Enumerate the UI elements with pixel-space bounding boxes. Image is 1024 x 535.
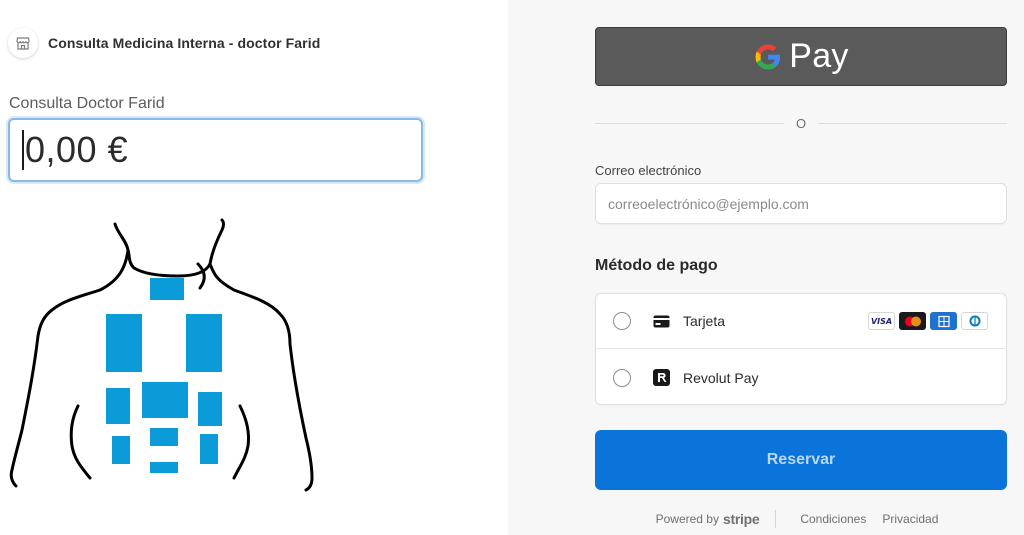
body-diagram-image bbox=[9, 218, 314, 492]
divider-text: O bbox=[795, 115, 807, 131]
payment-method-list: Tarjeta VISA Revolut Pay bbox=[595, 293, 1007, 405]
payment-option-revolut[interactable]: Revolut Pay bbox=[596, 350, 1006, 405]
email-label: Correo electrónico bbox=[595, 163, 702, 178]
footer: Powered by stripe Condiciones Privacidad bbox=[595, 508, 1007, 530]
store-icon bbox=[8, 28, 38, 58]
reserve-button[interactable]: Reservar bbox=[595, 430, 1007, 490]
privacy-link[interactable]: Privacidad bbox=[882, 512, 938, 526]
card-brands: VISA bbox=[868, 312, 988, 330]
card-label: Tarjeta bbox=[683, 313, 726, 329]
diners-icon bbox=[961, 312, 988, 330]
revolut-label: Revolut Pay bbox=[683, 369, 759, 386]
product-panel: Consulta Medicina Interna - doctor Farid… bbox=[0, 0, 508, 535]
powered-by-text: Powered by bbox=[655, 512, 719, 526]
amount-value: 0,00 € bbox=[25, 129, 129, 170]
payment-method-title: Método de pago bbox=[595, 257, 718, 274]
or-divider: O bbox=[595, 114, 1007, 132]
amount-input[interactable]: 0,00 € bbox=[8, 118, 423, 182]
mastercard-icon bbox=[899, 312, 926, 330]
card-radio[interactable] bbox=[613, 312, 631, 330]
visa-icon: VISA bbox=[868, 312, 895, 330]
powered-by-stripe[interactable]: Powered by stripe bbox=[656, 511, 760, 527]
merchant-header: Consulta Medicina Interna - doctor Farid bbox=[8, 28, 320, 58]
text-caret bbox=[22, 130, 24, 170]
payment-option-card[interactable]: Tarjeta VISA bbox=[596, 294, 1006, 349]
revolut-icon bbox=[652, 369, 670, 387]
email-field[interactable] bbox=[595, 183, 1007, 224]
footer-separator bbox=[775, 510, 777, 528]
product-label: Consulta Doctor Farid bbox=[9, 95, 165, 112]
amex-icon bbox=[930, 312, 957, 330]
checkout-panel: Pay O Correo electrónico Método de pago … bbox=[508, 0, 1024, 535]
card-icon bbox=[652, 312, 670, 330]
google-g-icon bbox=[755, 44, 781, 69]
google-pay-button[interactable]: Pay bbox=[595, 27, 1007, 86]
stripe-logo: stripe bbox=[722, 511, 760, 527]
merchant-name: Consulta Medicina Interna - doctor Farid bbox=[48, 35, 321, 51]
gpay-label: Pay bbox=[789, 37, 849, 75]
revolut-radio[interactable] bbox=[613, 368, 631, 387]
terms-link[interactable]: Condiciones bbox=[800, 512, 866, 526]
